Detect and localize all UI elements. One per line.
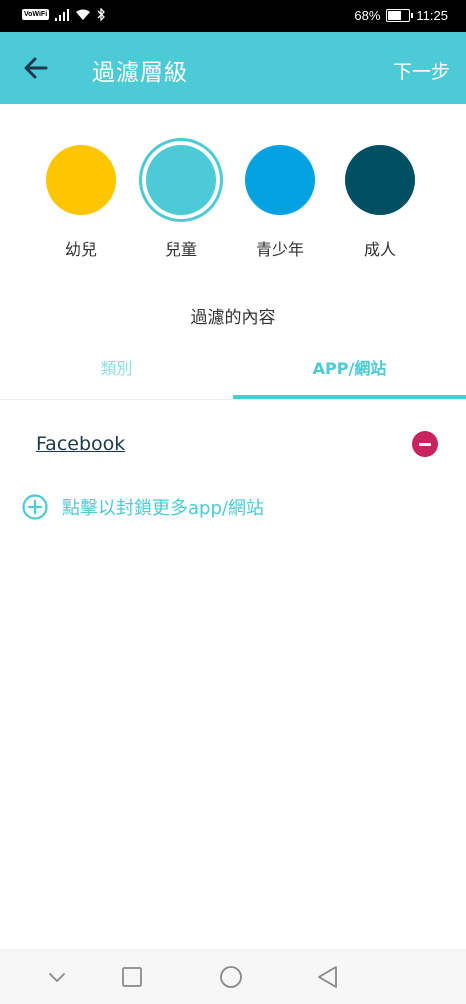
level-teen[interactable]: 青少年: [235, 138, 325, 260]
remove-icon[interactable]: [412, 431, 438, 457]
vowifi-badge: VoWiFi: [22, 9, 50, 20]
battery-percent: 68%: [354, 8, 381, 23]
triangle-back-icon[interactable]: [314, 963, 342, 991]
status-right: 68% 11:25: [354, 8, 448, 23]
level-circle: [146, 145, 216, 215]
level-child[interactable]: 兒童: [136, 138, 226, 260]
content-tabs: 類別 APP/網站: [0, 343, 466, 400]
square-icon[interactable]: [118, 963, 146, 991]
level-circle-wrap: [338, 138, 422, 222]
battery-icon: [386, 9, 414, 22]
page-title: 過濾層級: [92, 60, 188, 86]
chevron-down-icon[interactable]: [43, 963, 71, 991]
level-circle-wrap: [139, 138, 223, 222]
level-circle-wrap: [39, 138, 123, 222]
active-tab-indicator: [233, 395, 466, 399]
add-blocked-app-button[interactable]: 點擊以封鎖更多app/網站: [22, 492, 264, 522]
blocked-app-name[interactable]: Facebook: [36, 433, 125, 455]
status-left: VoWiFi: [22, 8, 106, 21]
level-circle: [345, 145, 415, 215]
level-circle: [245, 145, 315, 215]
list-item: Facebook: [36, 428, 438, 460]
level-adult[interactable]: 成人: [335, 138, 425, 260]
app-bar: 過濾層級 下一步: [0, 32, 466, 104]
plus-circle-icon: [22, 494, 48, 520]
level-label: 幼兒: [64, 240, 97, 259]
circle-icon[interactable]: [217, 963, 245, 991]
wifi-icon: [76, 9, 91, 20]
level-circle: [46, 145, 116, 215]
tab-categories[interactable]: 類別: [0, 343, 233, 399]
status-bar: VoWiFi 68% 11:25: [0, 0, 466, 32]
bluetooth-icon: [97, 8, 106, 21]
add-blocked-app-label: 點擊以封鎖更多app/網站: [62, 498, 264, 519]
level-label: 青少年: [255, 240, 304, 259]
signal-icon: [55, 8, 70, 21]
filtered-content-title: 過濾的內容: [190, 308, 276, 328]
level-label: 兒童: [164, 240, 197, 259]
system-nav-bar: [0, 949, 466, 1004]
next-step-button[interactable]: 下一步: [393, 57, 450, 84]
tab-apps-websites[interactable]: APP/網站: [233, 343, 466, 399]
level-circle-wrap: [238, 138, 322, 222]
level-toddler[interactable]: 幼兒: [36, 138, 126, 260]
level-label: 成人: [363, 240, 396, 259]
back-arrow-icon[interactable]: [20, 52, 52, 84]
clock: 11:25: [416, 8, 448, 23]
filter-level-selector: 幼兒 兒童 青少年 成人: [0, 138, 466, 268]
